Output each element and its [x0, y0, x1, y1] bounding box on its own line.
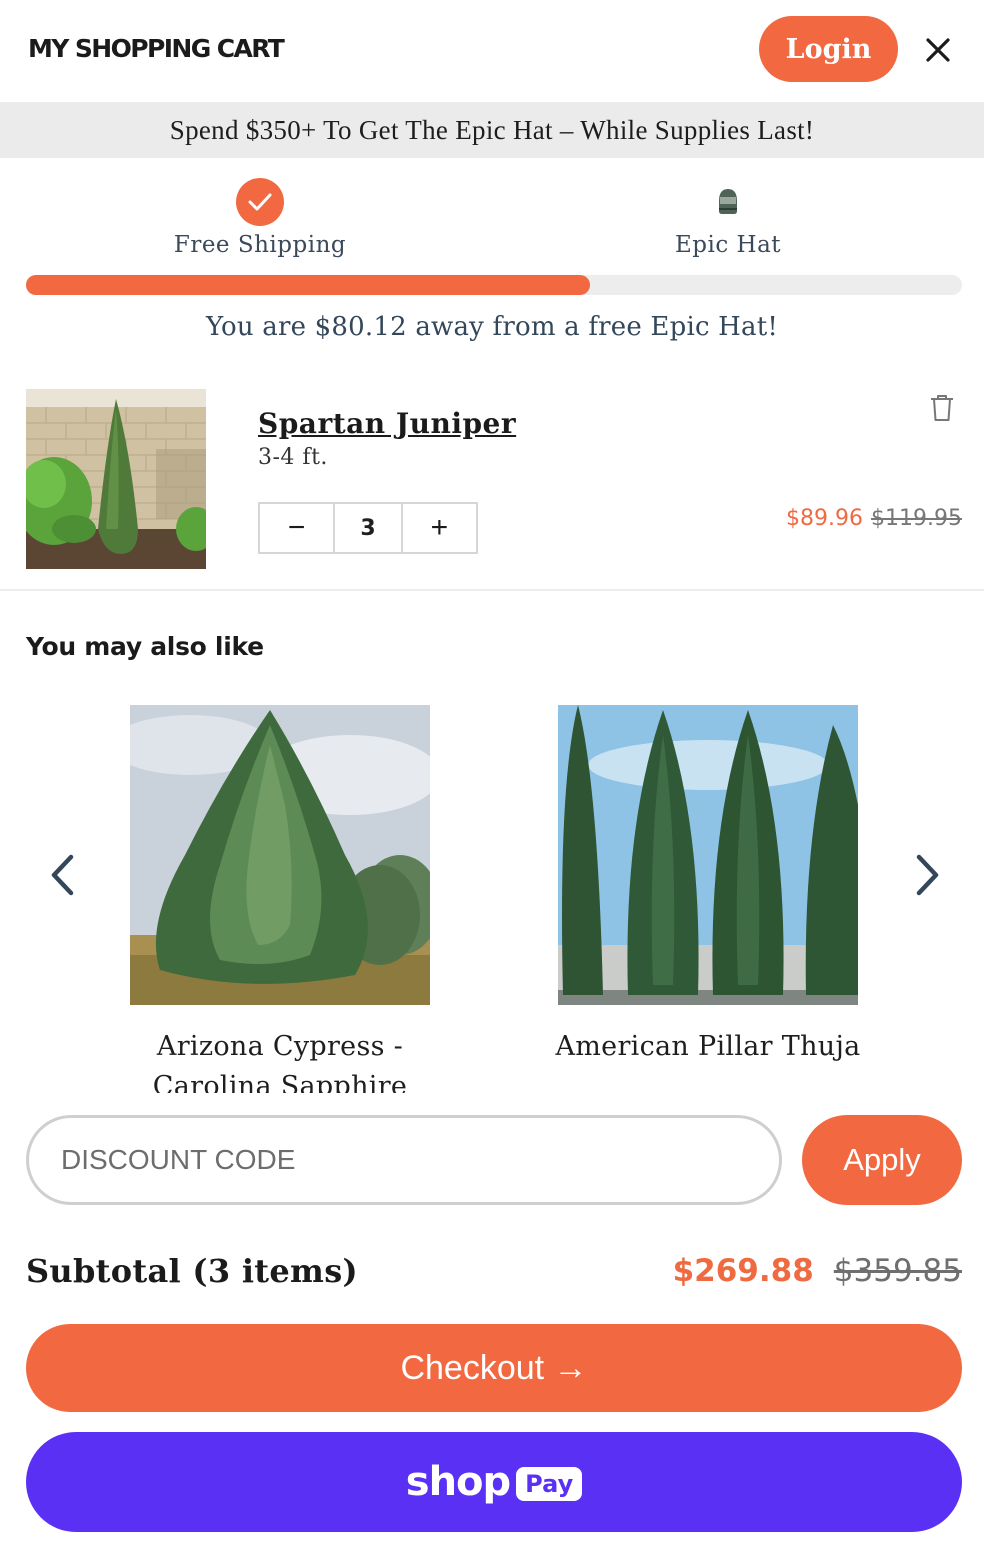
item-original-price: $119.95 [871, 506, 962, 531]
login-button[interactable]: Login [759, 16, 898, 82]
chevron-right-icon[interactable] [906, 853, 946, 897]
checkout-label: Checkout → [400, 1348, 588, 1387]
subtotal-sale-price: $269.88 [672, 1253, 814, 1289]
recommendations-carousel: Arizona Cypress - Carolina Sapphire Amer… [0, 705, 984, 1093]
checkout-button[interactable]: Checkout → [26, 1324, 962, 1412]
milestone-label: Epic Hat [674, 232, 782, 258]
milestone-free-shipping: Free Shipping [160, 178, 360, 258]
cart-title: MY SHOPPING CART [28, 34, 285, 63]
recommendation-title[interactable]: Arizona Cypress - Carolina Sapphire [110, 1027, 450, 1093]
shop-pay-button[interactable]: shop Pay [26, 1432, 962, 1532]
shop-pay-badge: Pay [516, 1467, 583, 1501]
promo-banner: Spend $350+ To Get The Epic Hat – While … [0, 102, 984, 158]
cart-header: MY SHOPPING CART Login [0, 0, 984, 102]
subtotal-label: Subtotal (3 items) [26, 1252, 358, 1290]
close-icon[interactable] [920, 32, 956, 68]
recommendations-heading: You may also like [26, 632, 264, 661]
recommendation-card[interactable]: Arizona Cypress - Carolina Sapphire [110, 705, 450, 1093]
decrease-quantity-button[interactable]: − [260, 504, 334, 552]
product-image[interactable] [26, 389, 206, 569]
recommendation-title[interactable]: American Pillar Thuja [538, 1027, 878, 1067]
recommendation-image[interactable] [558, 705, 858, 1005]
rewards-progress-bar [26, 275, 962, 295]
item-sale-price: $89.96 [786, 506, 864, 531]
discount-code-input[interactable] [26, 1115, 782, 1205]
hat-icon [704, 178, 752, 226]
apply-discount-button[interactable]: Apply [802, 1115, 962, 1205]
product-variant: 3-4 ft. [258, 445, 328, 470]
trash-icon[interactable] [928, 393, 956, 423]
subtotal-original-price: $359.85 [833, 1253, 962, 1289]
chevron-left-icon[interactable] [44, 853, 84, 897]
subtotal-prices: $269.88 $359.85 [673, 1253, 962, 1289]
milestone-label: Free Shipping [173, 232, 347, 258]
cart-item: Spartan Juniper 3-4 ft. − 3 + $89.96 $11… [0, 389, 984, 591]
recommendation-image[interactable] [130, 705, 430, 1005]
quantity-stepper: − 3 + [258, 502, 478, 554]
rewards-away-text: You are $80.12 away from a free Epic Hat… [205, 312, 779, 342]
shop-pay-logo-text: shop [405, 1459, 511, 1505]
quantity-value[interactable]: 3 [333, 504, 403, 552]
product-name-link[interactable]: Spartan Juniper [258, 407, 516, 440]
milestone-epic-hat: Epic Hat [628, 178, 828, 258]
recommendation-card[interactable]: American Pillar Thuja [538, 705, 878, 1067]
increase-quantity-button[interactable]: + [402, 504, 477, 552]
check-icon [236, 178, 284, 226]
rewards-progress-fill [26, 275, 590, 295]
item-price: $89.96 $119.95 [786, 506, 962, 531]
